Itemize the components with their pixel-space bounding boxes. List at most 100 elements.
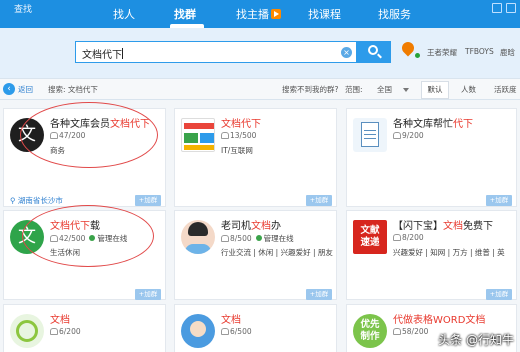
search-icon-handle [377, 53, 382, 59]
members-icon [221, 328, 229, 335]
search-window: 查找 找人 找群 找主播 找课程 找服务 文档代下 × 王者荣耀 TFBOYS … [0, 0, 520, 352]
group-title[interactable]: 老司机文档办 [221, 217, 281, 232]
location-status-dot [415, 53, 420, 58]
members-icon [221, 132, 229, 139]
group-avatar: 文献 速递 [353, 220, 387, 254]
join-group-button[interactable]: +加群 [135, 289, 161, 300]
online-status-icon [255, 235, 262, 241]
annotation-ellipse [20, 102, 158, 168]
members-icon [50, 328, 58, 335]
group-title[interactable]: 【闪下宝】文档免费下 [393, 217, 493, 232]
group-card[interactable]: 各种文库帮忙代下 9/200 +加群 [346, 108, 517, 207]
group-avatar [181, 220, 215, 254]
member-count-value: 9/200 [402, 131, 424, 140]
group-card[interactable]: 老司机文档办 8/500 管理在线 行业交流 | 休闲 | 兴趣爱好 | 朋友 +… [174, 210, 337, 300]
group-card[interactable]: 文档 6/500 [174, 304, 337, 352]
member-count-value: 58/200 [402, 327, 429, 336]
member-count: 6/500 [221, 327, 252, 336]
app-title: 查找 [14, 5, 33, 15]
group-tags: IT/互联网 [221, 146, 253, 155]
group-title[interactable]: 文档代下 [221, 115, 261, 130]
members-icon [393, 132, 401, 139]
member-count-value: 6/200 [59, 327, 81, 336]
join-group-button[interactable]: +加群 [306, 289, 332, 300]
title-text: 各种文库帮忙 [393, 119, 453, 130]
window-control-icon[interactable] [492, 3, 502, 13]
group-tags: 兴趣爱好 | 知网 | 万方 | 维普 | 英 [393, 248, 505, 257]
members-icon [393, 234, 401, 241]
avatar-stripe [184, 123, 214, 129]
title-highlight: 文档 [251, 221, 271, 232]
sort-default-button[interactable]: 默认 [421, 81, 449, 99]
group-avatar [181, 314, 215, 348]
window-close-icon[interactable] [506, 3, 516, 13]
hot-search-tag[interactable]: TFBOYS [465, 47, 494, 56]
group-card[interactable]: 文档 6/200 [3, 304, 166, 352]
location-text: 湖南省长沙市 [17, 196, 63, 205]
live-icon [271, 9, 281, 19]
annotation-ellipse [22, 205, 154, 267]
group-title[interactable]: 代做表格WORD文档 [393, 311, 485, 326]
title-highlight: 文档代下 [221, 119, 261, 130]
avatar-logo-text: 优先 制作 [360, 319, 380, 342]
location-icon: ⚲ [10, 196, 18, 205]
text-caret [122, 48, 123, 59]
chevron-down-icon[interactable] [403, 88, 409, 92]
group-location: ⚲ 湖南省长沙市 [10, 195, 63, 206]
member-count: 8/500 管理在线 [221, 233, 294, 244]
title-text: 【闪下宝】 [393, 221, 443, 232]
avatar-ring [16, 320, 38, 342]
join-group-button[interactable]: +加群 [306, 195, 332, 206]
members-icon [221, 235, 229, 242]
group-not-found-link[interactable]: 搜索不到我的群? [282, 84, 338, 95]
member-count-value: 8/500 [230, 234, 252, 243]
group-avatar [353, 118, 387, 152]
sort-by-activity-button[interactable]: 活跃度 [494, 84, 517, 95]
member-count: 9/200 [393, 131, 424, 140]
group-card[interactable]: 文档代下 13/500 IT/互联网 +加群 [174, 108, 337, 207]
tab-find-people[interactable]: 找人 [113, 6, 135, 22]
search-button[interactable] [357, 41, 391, 63]
title-highlight: 文档 [221, 315, 241, 326]
title-highlight: 文档 [465, 315, 486, 326]
title-text: 代做表格WORD [393, 315, 466, 326]
member-count-value: 13/500 [230, 131, 257, 140]
tab-find-streamers[interactable]: 找主播 [236, 6, 281, 22]
title-highlight: 文档 [50, 315, 70, 326]
group-title[interactable]: 文档 [50, 311, 70, 326]
member-count-value: 6/500 [230, 327, 252, 336]
tab-find-groups[interactable]: 找群 [174, 6, 196, 22]
member-count: 6/200 [50, 327, 81, 336]
search-input[interactable]: 文档代下 × [75, 41, 357, 63]
join-group-button[interactable]: +加群 [486, 195, 512, 206]
avatar-logo-text: 文献 速递 [360, 225, 380, 248]
group-avatar: 优先 制作 [353, 314, 387, 348]
back-arrow-icon[interactable]: ‹ [3, 83, 15, 95]
group-avatar [181, 118, 215, 152]
group-title[interactable]: 各种文库帮忙代下 [393, 115, 473, 130]
title-highlight: 文档 [443, 221, 463, 232]
search-summary: 搜索: 文档代下 [48, 85, 98, 94]
avatar-shirt [185, 244, 211, 254]
back-link[interactable]: 返回 [18, 84, 33, 95]
clear-search-icon[interactable]: × [341, 47, 352, 58]
title-text: 免费下 [463, 221, 493, 232]
avatar-hair [188, 222, 208, 236]
top-nav-bar: 查找 找人 找群 找主播 找课程 找服务 [0, 0, 520, 28]
member-count-value: 8/200 [402, 233, 424, 242]
range-select[interactable]: 全国 [377, 84, 392, 95]
group-title[interactable]: 文档 [221, 311, 241, 326]
watermark: 头条 @行知牛 [438, 333, 514, 347]
join-group-button[interactable]: +加群 [135, 195, 161, 206]
member-count: 58/200 [393, 327, 428, 336]
tab-find-services[interactable]: 找服务 [378, 6, 411, 22]
clipboard-icon [361, 122, 379, 147]
tab-find-courses[interactable]: 找课程 [308, 6, 341, 22]
group-card[interactable]: 文献 速递 【闪下宝】文档免费下 8/200 兴趣爱好 | 知网 | 万方 | … [346, 210, 517, 300]
join-group-button[interactable]: +加群 [486, 289, 512, 300]
sort-by-members-button[interactable]: 人数 [461, 84, 476, 95]
member-count: 8/200 [393, 233, 424, 242]
avatar-block [184, 133, 198, 143]
hot-search-tag[interactable]: 鹿晗 [500, 47, 515, 58]
hot-search-tag[interactable]: 王者荣耀 [427, 47, 457, 58]
